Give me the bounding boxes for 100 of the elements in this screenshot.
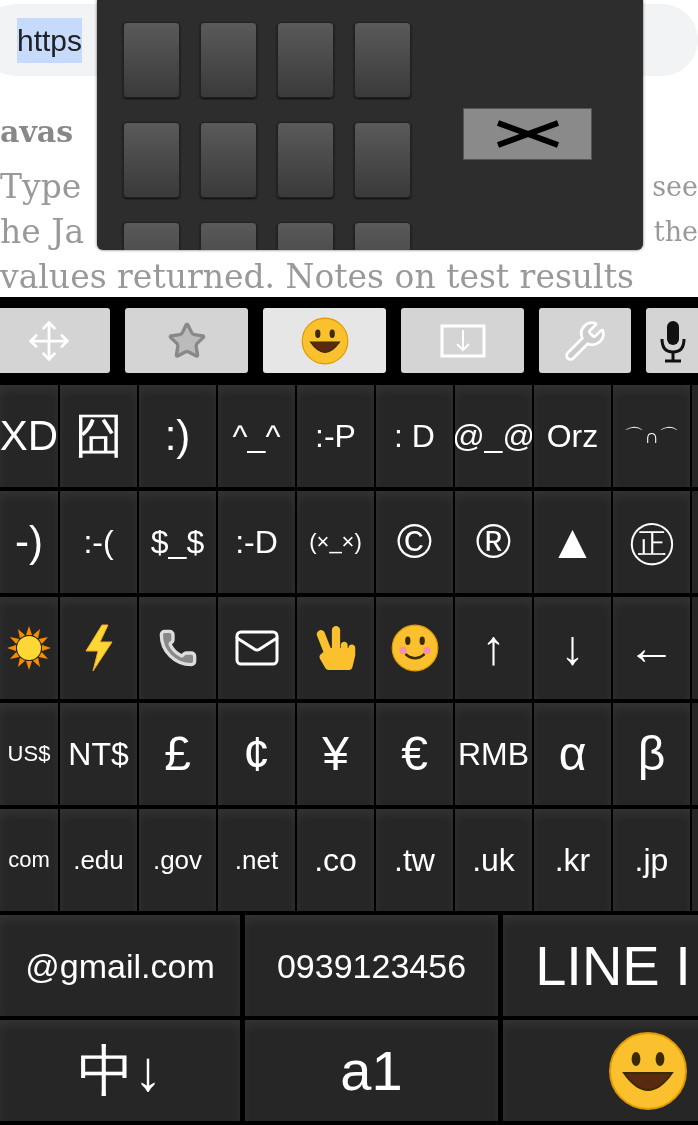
key-label: .edu: [73, 847, 124, 873]
blank-tile[interactable]: [354, 22, 411, 98]
keyboard-key[interactable]: .uk: [455, 809, 532, 911]
key-label: .jp: [634, 844, 669, 876]
keyboard-key[interactable]: 中↓: [0, 1020, 240, 1121]
key-label: @_@: [455, 420, 532, 452]
key-label: 中↓: [78, 1042, 162, 1099]
blank-tile[interactable]: [200, 22, 257, 98]
key-label: Orz: [546, 420, 599, 452]
key-label: com: [8, 849, 50, 871]
keyboard-key[interactable]: NT$: [60, 703, 137, 805]
key-label: ¢: [243, 730, 270, 778]
smiling-face-icon: [390, 624, 439, 672]
keyboard-key[interactable]: .gov: [139, 809, 216, 911]
blank-tile[interactable]: [123, 22, 180, 98]
keyboard-key[interactable]: 0939123456: [245, 915, 498, 1016]
keyboard-key[interactable]: [60, 597, 137, 699]
lightning-icon: [83, 624, 114, 672]
keyboard-key[interactable]: $_$: [139, 491, 216, 593]
keyboard-key[interactable]: -): [0, 491, 58, 593]
keyboard-key[interactable]: [139, 597, 216, 699]
key-label: 囧: [74, 412, 123, 460]
keyboard-key[interactable]: β: [613, 703, 690, 805]
keyboard-key[interactable]: €: [376, 703, 453, 805]
keyboard-key[interactable]: ←: [613, 597, 690, 699]
keyboard-key[interactable]: ¥: [297, 703, 374, 805]
keyboard-key[interactable]: [376, 597, 453, 699]
keyboard-key[interactable]: .net: [218, 809, 295, 911]
keyboard-key[interactable]: .tw: [376, 809, 453, 911]
keyboard-key[interactable]: [297, 597, 374, 699]
move-arrows-icon: [27, 318, 71, 363]
paragraph-text: values returned. Notes on test results: [0, 256, 634, 297]
keyboard-key[interactable]: ㊣: [613, 491, 690, 593]
paragraph-text: the: [653, 215, 698, 249]
key-label: ¥: [322, 730, 349, 778]
wrench-icon: [563, 318, 607, 363]
key-label: .co: [314, 844, 357, 876]
keyboard-key[interactable]: :-(: [60, 491, 137, 593]
close-button[interactable]: [463, 108, 592, 160]
keyboard-key[interactable]: RMB: [455, 703, 532, 805]
keyboard-key[interactable]: Orz: [534, 385, 611, 487]
microphone-icon: [660, 318, 686, 363]
telephone-icon: [157, 628, 198, 668]
keyboard-key[interactable]: com: [0, 809, 58, 911]
keyboard-key[interactable]: ▲: [534, 491, 611, 593]
key-label: :-P: [315, 420, 356, 452]
key-label: $_$: [150, 526, 205, 558]
keyboard-key[interactable]: LINE I: [503, 915, 698, 1016]
keyboard-key[interactable]: ®: [455, 491, 532, 593]
keyboard-key[interactable]: £: [139, 703, 216, 805]
blank-tile[interactable]: [354, 122, 411, 198]
smiley-face-icon: [300, 316, 349, 365]
key-label: ▲: [548, 518, 597, 566]
key-label: @gmail.com: [25, 948, 215, 983]
keyboard-key[interactable]: :): [139, 385, 216, 487]
keyboard-key[interactable]: .kr: [534, 809, 611, 911]
keyboard-key[interactable]: α: [534, 703, 611, 805]
key-label: ©: [396, 518, 433, 566]
keyboard-key[interactable]: a1: [245, 1020, 498, 1121]
keyboard-key[interactable]: [218, 597, 295, 699]
keyboard-key[interactable]: XD: [0, 385, 58, 487]
keyboard-key[interactable]: ↓: [534, 597, 611, 699]
keyboard-key[interactable]: @gmail.com: [0, 915, 240, 1016]
keyboard-key[interactable]: ^_^: [218, 385, 295, 487]
key-label: .tw: [394, 844, 435, 876]
keyboard-key[interactable]: .co: [297, 809, 374, 911]
key-label: LINE I: [535, 937, 691, 994]
key-label: XD: [0, 415, 58, 457]
keyboard-key[interactable]: [503, 1020, 698, 1121]
key-label: ⌒∩⌒: [624, 426, 679, 446]
key-label: US$: [7, 743, 51, 765]
keyboard-key[interactable]: ¢: [218, 703, 295, 805]
key-label: RMB: [457, 738, 530, 770]
key-label: .net: [234, 847, 279, 873]
keyboard-key[interactable]: ⌒∩⌒: [613, 385, 690, 487]
keyboard-key[interactable]: .edu: [60, 809, 137, 911]
key-label: ®: [475, 518, 512, 566]
blank-tile[interactable]: [123, 122, 180, 198]
keyboard-key[interactable]: [0, 597, 58, 699]
toolbar-button[interactable]: [263, 308, 386, 373]
blank-tile[interactable]: [277, 122, 334, 198]
blank-tile[interactable]: [200, 122, 257, 198]
key-label: -): [15, 521, 43, 563]
keyboard-key[interactable]: US$: [0, 703, 58, 805]
key-label: α: [558, 730, 587, 778]
keyboard-key[interactable]: 囧: [60, 385, 137, 487]
key-label: ↓: [560, 624, 585, 672]
keyboard-key[interactable]: : D: [376, 385, 453, 487]
keyboard-key[interactable]: @_@: [455, 385, 532, 487]
keyboard-key[interactable]: ↑: [455, 597, 532, 699]
paragraph-text: Type: [0, 166, 82, 208]
keyboard-key[interactable]: (×_×): [297, 491, 374, 593]
key-label: :): [164, 415, 191, 457]
key-label: ㊣: [627, 518, 676, 566]
keyboard-key[interactable]: :-P: [297, 385, 374, 487]
key-label: ←: [627, 624, 676, 672]
blank-tile[interactable]: [277, 22, 334, 98]
keyboard-key[interactable]: :-D: [218, 491, 295, 593]
keyboard-key[interactable]: ©: [376, 491, 453, 593]
keyboard-key[interactable]: .jp: [613, 809, 690, 911]
